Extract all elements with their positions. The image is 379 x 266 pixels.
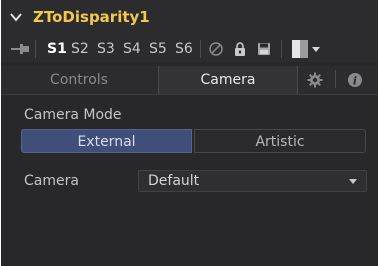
tab-divider: [335, 70, 336, 88]
camera-tab-content: Camera Mode External Artistic Camera Def…: [1, 95, 378, 266]
chevron-down-icon[interactable]: [9, 10, 23, 24]
node-title[interactable]: ZToDisparity1: [33, 8, 150, 26]
toolbar-divider: [200, 40, 201, 58]
camera-select[interactable]: Default: [138, 170, 367, 192]
svg-text:i: i: [353, 75, 357, 88]
tab-bar: Controls Camera i: [1, 66, 378, 94]
camera-select-value: Default: [148, 173, 200, 189]
node-toolbar: S1 S2 S3 S4 S5 S6: [1, 36, 378, 62]
color-swatch[interactable]: [292, 40, 308, 58]
slot-s3[interactable]: S3: [97, 41, 115, 57]
save-icon[interactable]: [256, 41, 272, 57]
chevron-down-icon: [349, 179, 357, 184]
node-header: ZToDisparity1: [1, 0, 378, 36]
disable-icon[interactable]: [208, 41, 224, 57]
pin-icon[interactable]: [11, 43, 29, 55]
slot-s1[interactable]: S1: [47, 41, 67, 57]
tab-camera[interactable]: Camera: [158, 66, 298, 94]
slot-s2[interactable]: S2: [71, 41, 89, 57]
gear-icon[interactable]: [297, 66, 333, 94]
tab-controls[interactable]: Controls: [1, 66, 157, 94]
inspector-panel: ZToDisparity1 S1 S2 S3 S4 S5 S6 Controls…: [1, 0, 378, 266]
info-icon[interactable]: i: [337, 66, 373, 94]
toolbar-divider: [35, 40, 36, 58]
lock-icon[interactable]: [232, 41, 248, 57]
slot-s5[interactable]: S5: [149, 41, 167, 57]
camera-label: Camera: [24, 173, 79, 189]
external-mode-button[interactable]: External: [21, 129, 192, 153]
toolbar-divider: [281, 40, 282, 58]
slot-s6[interactable]: S6: [175, 41, 193, 57]
chevron-down-icon[interactable]: [312, 47, 320, 52]
camera-mode-label: Camera Mode: [24, 107, 122, 123]
artistic-mode-button[interactable]: Artistic: [194, 129, 366, 153]
slot-s4[interactable]: S4: [123, 41, 141, 57]
